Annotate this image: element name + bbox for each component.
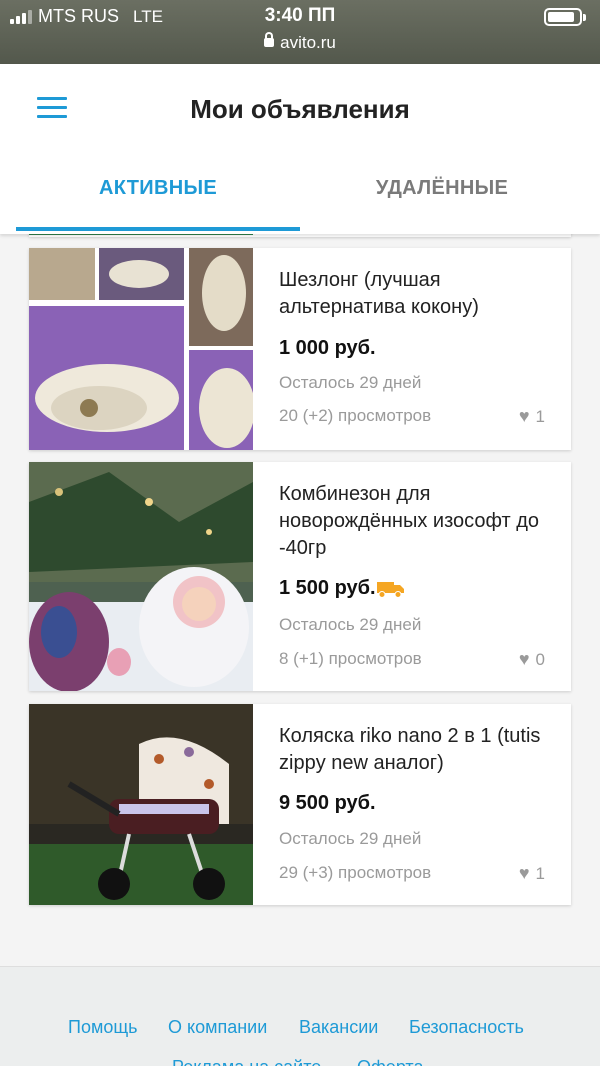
photo-bouncer-collage (29, 248, 253, 450)
listing-price: 1 000 руб. (279, 337, 376, 359)
page-title: Мои объявления (190, 94, 410, 124)
footer-link-offer[interactable]: Оферта (357, 1057, 424, 1066)
url-text: avito.ru (280, 33, 336, 52)
listing-title[interactable]: Комбинезон для новорождённых изософт до … (279, 481, 551, 562)
listing-photo[interactable] (29, 462, 253, 691)
listing-card[interactable]: Коляска riko nano 2 в 1 (tutis zippy new… (29, 704, 571, 905)
price-value: 1 500 руб. (279, 577, 376, 599)
battery-icon (544, 8, 586, 26)
listing-remaining: Осталось 29 дней (279, 615, 422, 634)
listing-favorites: ♥ 1 (519, 863, 545, 884)
address-bar[interactable]: avito.ru (0, 32, 600, 53)
listing-price: 1 500 руб. (279, 577, 405, 600)
footer-link-about[interactable]: О компании (168, 1017, 267, 1038)
heart-icon: ♥ (518, 406, 530, 426)
listing-title[interactable]: Коляска riko nano 2 в 1 (tutis zippy new… (279, 723, 551, 777)
lock-icon (264, 32, 275, 47)
site-footer: Помощь О компании Вакансии Безопасность … (0, 966, 600, 1066)
listing-remaining: Осталось 29 дней (279, 829, 422, 848)
listing-card[interactable]: Комбинезон для новорождённых изософт до … (29, 462, 571, 691)
status-bar: MTS RUS LTE 3:40 ПП avito.ru (0, 0, 600, 64)
photo-baby-snowsuit (29, 462, 253, 691)
listing-views: 20 (+2) просмотров (279, 406, 432, 425)
clock: 3:40 ПП (264, 5, 336, 26)
favorites-count: 0 (535, 649, 545, 669)
favorites-count: 1 (535, 863, 545, 883)
footer-link-careers[interactable]: Вакансии (299, 1017, 378, 1038)
listing-photo[interactable] (29, 704, 253, 905)
listing-favorites: ♥ 0 (519, 649, 545, 670)
listing-views: 29 (+3) просмотров (279, 863, 432, 882)
listing-title[interactable]: Шезлонг (лучшая альтернатива кокону) (279, 267, 551, 321)
tab-active[interactable]: АКТИВНЫЕ (16, 177, 300, 200)
page-header: Мои объявления АКТИВНЫЕ УДАЛЁННЫЕ (0, 64, 600, 234)
listing-favorites: ♥ 1 (519, 406, 545, 427)
photo-stroller (29, 704, 253, 905)
footer-link-help[interactable]: Помощь (68, 1017, 138, 1038)
listing-photo[interactable] (29, 248, 253, 450)
heart-icon: ♥ (518, 649, 530, 669)
listing-price: 9 500 руб. (279, 792, 376, 814)
tab-deleted[interactable]: УДАЛЁННЫЕ (300, 177, 584, 200)
delivery-truck-icon (376, 581, 404, 598)
footer-link-safety[interactable]: Безопасность (409, 1017, 524, 1038)
listing-remaining: Осталось 29 дней (279, 373, 422, 392)
favorites-count: 1 (535, 406, 545, 426)
heart-icon: ♥ (518, 863, 530, 883)
footer-link-advertising[interactable]: Реклама на сайте (172, 1057, 321, 1066)
active-tab-indicator (16, 227, 300, 231)
listing-card[interactable]: Шезлонг (лучшая альтернатива кокону) 1 0… (29, 248, 571, 450)
listing-views: 8 (+1) просмотров (279, 649, 422, 668)
